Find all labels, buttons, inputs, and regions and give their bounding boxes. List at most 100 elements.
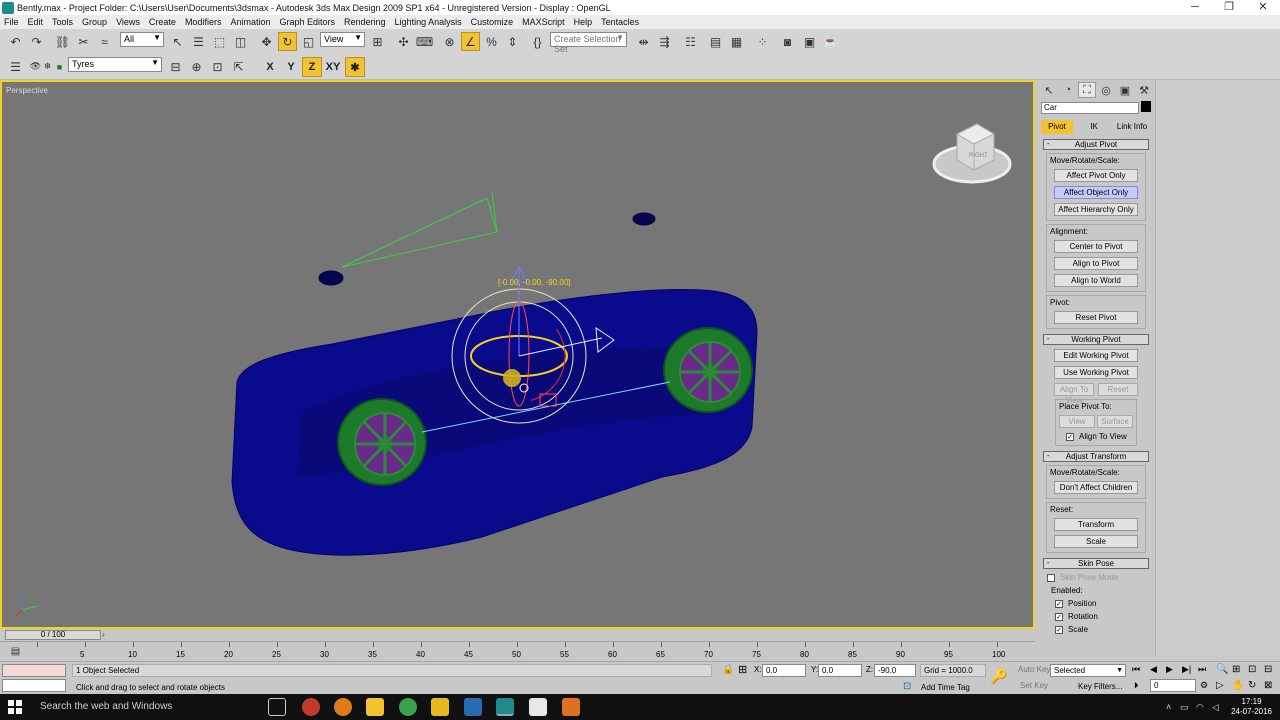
time-slider[interactable]: 0 / 100 (5, 630, 101, 640)
use-working-pivot-button[interactable]: Use Working Pivot (1054, 366, 1138, 379)
rotation-checkbox[interactable]: ✓ Rotation (1055, 612, 1155, 621)
zoom-all-icon[interactable]: ⊞ (1232, 664, 1240, 675)
dont-affect-children-button[interactable]: Don't Affect Children (1054, 481, 1138, 494)
reset-scale-button[interactable]: Scale (1054, 535, 1138, 548)
menu-graph-editors[interactable]: Graph Editors (279, 17, 335, 27)
set-current-layer-icon[interactable]: ⇱ (229, 57, 248, 76)
motion-tab-icon[interactable]: ◎ (1097, 82, 1115, 98)
spinner-snap-icon[interactable]: ⇕ (503, 32, 522, 51)
windows-start-icon[interactable] (8, 700, 22, 714)
align-to-pivot-button[interactable]: Align to Pivot (1054, 257, 1138, 270)
maxscript-listener-field[interactable] (2, 664, 66, 677)
perspective-viewport[interactable]: Perspective RIGHT [-0.00, -0.00, -90.00] (0, 80, 1035, 629)
current-frame-field[interactable]: 0 (1150, 679, 1196, 692)
key-filters-button[interactable]: Key Filters... (1078, 682, 1122, 691)
layer-select[interactable]: Tyres ▼ (68, 57, 162, 72)
utilities-tab-icon[interactable]: ⚒ (1135, 82, 1153, 98)
network-icon[interactable]: ▭ (1180, 702, 1189, 713)
working-pivot-reset-button[interactable]: Reset (1098, 383, 1138, 396)
axis-xy-button[interactable]: XY (323, 57, 343, 77)
align-to-world-button[interactable]: Align to World (1054, 274, 1138, 287)
menu-customize[interactable]: Customize (471, 17, 514, 27)
menu-maxscript[interactable]: MAXScript (522, 17, 565, 27)
object-name-field[interactable]: Car (1041, 102, 1139, 114)
keyboard-shortcut-icon[interactable]: ⌨ (415, 32, 434, 51)
place-view-button[interactable]: View (1059, 415, 1095, 428)
affect-object-only-button[interactable]: Affect Object Only (1054, 186, 1138, 199)
menu-lighting-analysis[interactable]: Lighting Analysis (395, 17, 462, 27)
chrome-icon[interactable] (399, 698, 417, 716)
scale-checkbox[interactable]: ✓ Scale (1055, 625, 1155, 634)
display-tab-icon[interactable]: ▣ (1116, 82, 1134, 98)
rendered-frame-window-icon[interactable]: ▣ (800, 32, 819, 51)
curve-editor-icon[interactable]: ▤ (706, 32, 725, 51)
close-button[interactable]: ✕ (1246, 0, 1280, 15)
create-layer-icon[interactable]: ⊕ (187, 57, 206, 76)
skin-pose-rollout[interactable]: Skin Pose (1043, 558, 1149, 569)
object-color-swatch[interactable] (1141, 101, 1151, 112)
material-editor-icon[interactable]: ⁘ (753, 32, 772, 51)
select-and-move-icon[interactable]: ✥ (257, 32, 276, 51)
rectangular-selection-icon[interactable]: ⬚ (210, 32, 229, 51)
time-tag-icon[interactable]: ⊡ (903, 681, 911, 692)
modify-tab-icon[interactable]: ◔ (1059, 82, 1077, 98)
quick-render-icon[interactable]: ☕ (821, 32, 840, 51)
select-object-icon[interactable]: ↖ (168, 32, 187, 51)
window-crossing-icon[interactable]: ◫ (231, 32, 250, 51)
menu-modifiers[interactable]: Modifiers (185, 17, 222, 27)
affect-hierarchy-only-button[interactable]: Affect Hierarchy Only (1054, 203, 1138, 216)
hierarchy-tab-icon[interactable]: ⛶ (1078, 82, 1096, 98)
calculator-icon[interactable] (529, 698, 547, 716)
taskbar-app4-icon[interactable] (562, 698, 580, 716)
center-to-pivot-button[interactable]: Center to Pivot (1054, 240, 1138, 253)
redo-icon[interactable]: ↷ (27, 32, 46, 51)
layer-color-icon[interactable]: ■ (50, 57, 69, 76)
folder-icon[interactable] (431, 698, 449, 716)
mirror-icon[interactable]: ⇹ (634, 32, 653, 51)
maximize-viewport-icon[interactable]: ⊠ (1264, 680, 1272, 691)
x-coordinate-field[interactable]: 0.0 (762, 664, 806, 677)
menu-tools[interactable]: Tools (52, 17, 73, 27)
wifi-icon[interactable]: ◠ (1196, 702, 1204, 713)
tray-arrow-icon[interactable]: ˄ (1166, 702, 1171, 712)
ik-tab[interactable]: IK (1077, 120, 1111, 134)
zoom-extents-all-icon[interactable]: ⊟ (1264, 664, 1272, 675)
render-setup-icon[interactable]: ◙ (778, 32, 797, 51)
go-to-start-icon[interactable]: ⏮ (1132, 664, 1140, 675)
edit-named-selection-icon[interactable]: {} (528, 32, 547, 51)
task-view-icon[interactable] (268, 698, 286, 716)
zoom-icon[interactable]: 🔍 (1216, 664, 1228, 675)
menu-rendering[interactable]: Rendering (344, 17, 386, 27)
taskbar-app3-icon[interactable] (464, 698, 482, 716)
align-to-view-button[interactable]: Align To View (1054, 383, 1094, 405)
layer-manager-icon[interactable]: ☷ (681, 32, 700, 51)
previous-frame-icon[interactable]: ◀ (1150, 664, 1157, 675)
bind-space-warp-icon[interactable]: ≈ (95, 32, 114, 51)
maxscript-input-field[interactable] (2, 679, 66, 692)
maximize-button[interactable]: ❐ (1212, 0, 1246, 15)
key-mode-select[interactable]: Selected ▼ (1050, 664, 1126, 677)
volume-icon[interactable]: ◁ (1212, 702, 1219, 713)
time-configuration-icon[interactable]: ⚙ (1200, 680, 1208, 691)
named-selection-set-select[interactable]: Create Selection Set ▼ (550, 32, 627, 54)
working-pivot-rollout[interactable]: Working Pivot (1043, 334, 1149, 345)
menu-create[interactable]: Create (149, 17, 176, 27)
menu-file[interactable]: File (4, 17, 19, 27)
taskbar-app-icon[interactable] (302, 698, 320, 716)
key-mode-toggle-icon[interactable]: ⏵ (1134, 680, 1139, 691)
y-coordinate-field[interactable]: 0.0 (818, 664, 862, 677)
reset-pivot-button[interactable]: Reset Pivot (1054, 311, 1138, 324)
axis-z-button[interactable]: Z (302, 57, 322, 77)
select-manipulate-icon[interactable]: ✣ (394, 32, 413, 51)
add-time-tag-button[interactable]: Add Time Tag (921, 683, 970, 692)
track-bar[interactable]: ▤ 5 10 15 20 25 30 35 40 45 50 55 60 65 70 75 80 85 90 95 1… (0, 641, 1035, 661)
select-and-rotate-icon[interactable]: ↻ (278, 32, 297, 51)
affect-pivot-only-button[interactable]: Affect Pivot Only (1054, 169, 1138, 182)
absolute-mode-icon[interactable]: ⊞ (738, 663, 747, 676)
menu-group[interactable]: Group (82, 17, 107, 27)
set-key-icon[interactable]: 🔑 (990, 668, 1007, 685)
axis-y-button[interactable]: Y (281, 57, 301, 77)
menu-animation[interactable]: Animation (230, 17, 270, 27)
layers-icon[interactable]: ☰ (6, 57, 25, 76)
schematic-view-icon[interactable]: ▦ (727, 32, 746, 51)
